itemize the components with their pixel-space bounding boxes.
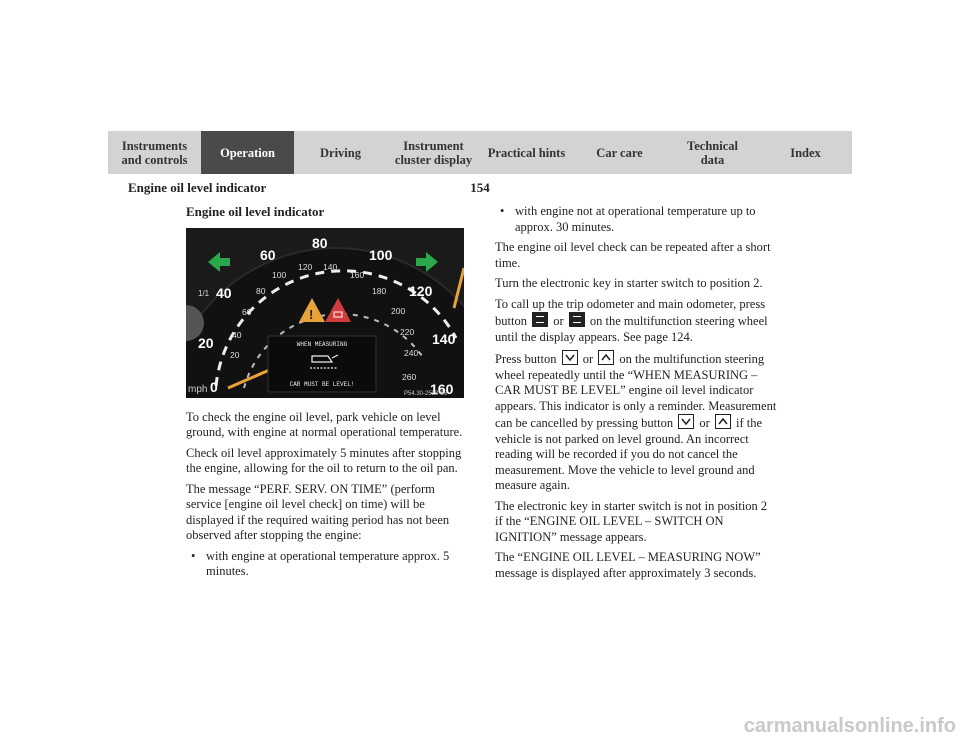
tab-practical-hints[interactable]: Practical hints <box>480 131 573 174</box>
paragraph: Check oil level approximately 5 minutes … <box>186 445 462 476</box>
svg-text:WHEN MEASURING: WHEN MEASURING <box>297 341 348 348</box>
paragraph: To check the engine oil level, park vehi… <box>186 409 463 440</box>
svg-text:200: 200 <box>391 306 405 316</box>
tab-car-care[interactable]: Car care <box>573 131 666 174</box>
tab-driving[interactable]: Driving <box>294 131 387 174</box>
svg-text:180: 180 <box>372 286 386 296</box>
svg-text:120: 120 <box>298 262 312 272</box>
nav-tabs: Instruments and controls Operation Drivi… <box>108 131 852 174</box>
heading: Engine oil level indicator <box>186 204 325 219</box>
svg-text:80: 80 <box>256 286 266 296</box>
instrument-cluster-figure: 20 40 60 80 100 120 140 160 20 40 60 80 … <box>186 227 464 398</box>
tab-instruments-and-controls[interactable]: Instruments and controls <box>108 131 201 174</box>
page-number: 154 <box>470 180 490 195</box>
chevron-down-icon <box>678 414 695 429</box>
tab-instrument-cluster-display[interactable]: Instrument cluster display <box>387 131 480 174</box>
list-item: with engine at operational temperature a… <box>186 549 468 580</box>
svg-text:220: 220 <box>400 327 414 337</box>
tick-120: 120 <box>409 283 433 299</box>
left-column: Engine oil level indicator 20 40 60 80 1… <box>186 204 468 585</box>
paragraph: The electronic key in starter switch is … <box>495 498 768 544</box>
svg-text:60: 60 <box>242 307 252 317</box>
tick-40: 40 <box>216 285 232 301</box>
chevron-up-icon <box>598 350 615 365</box>
display-button-icon <box>568 312 585 327</box>
svg-text:0: 0 <box>210 379 218 395</box>
svg-text:40: 40 <box>232 330 242 340</box>
svg-text:mph: mph <box>188 384 207 395</box>
svg-text:20: 20 <box>230 350 240 360</box>
chevron-up-icon <box>714 414 731 429</box>
paragraph: Press button or on the multifunction ste… <box>495 350 777 492</box>
svg-text:100: 100 <box>272 270 286 280</box>
tick-140: 140 <box>432 331 456 347</box>
right-column: with engine not at operational temperatu… <box>495 204 777 586</box>
paragraph: The message “PERF. SERV. ON TIME” (perfo… <box>186 481 450 543</box>
tab-technical-data[interactable]: Technical data <box>666 131 759 174</box>
paragraph: The engine oil level check can be repeat… <box>495 240 771 270</box>
svg-text:160: 160 <box>350 270 364 280</box>
display-button-icon <box>532 312 549 327</box>
paragraph: Turn the electronic key in starter switc… <box>495 276 763 290</box>
svg-text:140: 140 <box>323 262 337 272</box>
paragraph: To call up the trip odometer and main od… <box>495 296 768 344</box>
svg-text:P54.30-2522-26: P54.30-2522-26 <box>404 391 448 397</box>
tick-20: 20 <box>198 335 214 351</box>
svg-text:1/1: 1/1 <box>198 289 210 298</box>
svg-text:CAR MUST BE LEVEL!: CAR MUST BE LEVEL! <box>290 381 355 388</box>
svg-text:!: ! <box>309 307 313 322</box>
section-title: Engine oil level indicator <box>128 180 267 195</box>
list-item: with engine not at operational temperatu… <box>495 204 777 235</box>
tick-100: 100 <box>369 247 393 263</box>
svg-text:260: 260 <box>402 372 416 382</box>
svg-text:240: 240 <box>404 348 418 358</box>
chevron-down-icon <box>561 350 578 365</box>
tick-60: 60 <box>260 247 276 263</box>
paragraph: The “ENGINE OIL LEVEL – MEASURING NOW” m… <box>495 550 761 580</box>
tab-operation[interactable]: Operation <box>201 131 294 174</box>
tab-index[interactable]: Index <box>759 131 852 174</box>
watermark: carmanualsonline.info <box>743 715 956 737</box>
tick-80: 80 <box>312 235 328 251</box>
